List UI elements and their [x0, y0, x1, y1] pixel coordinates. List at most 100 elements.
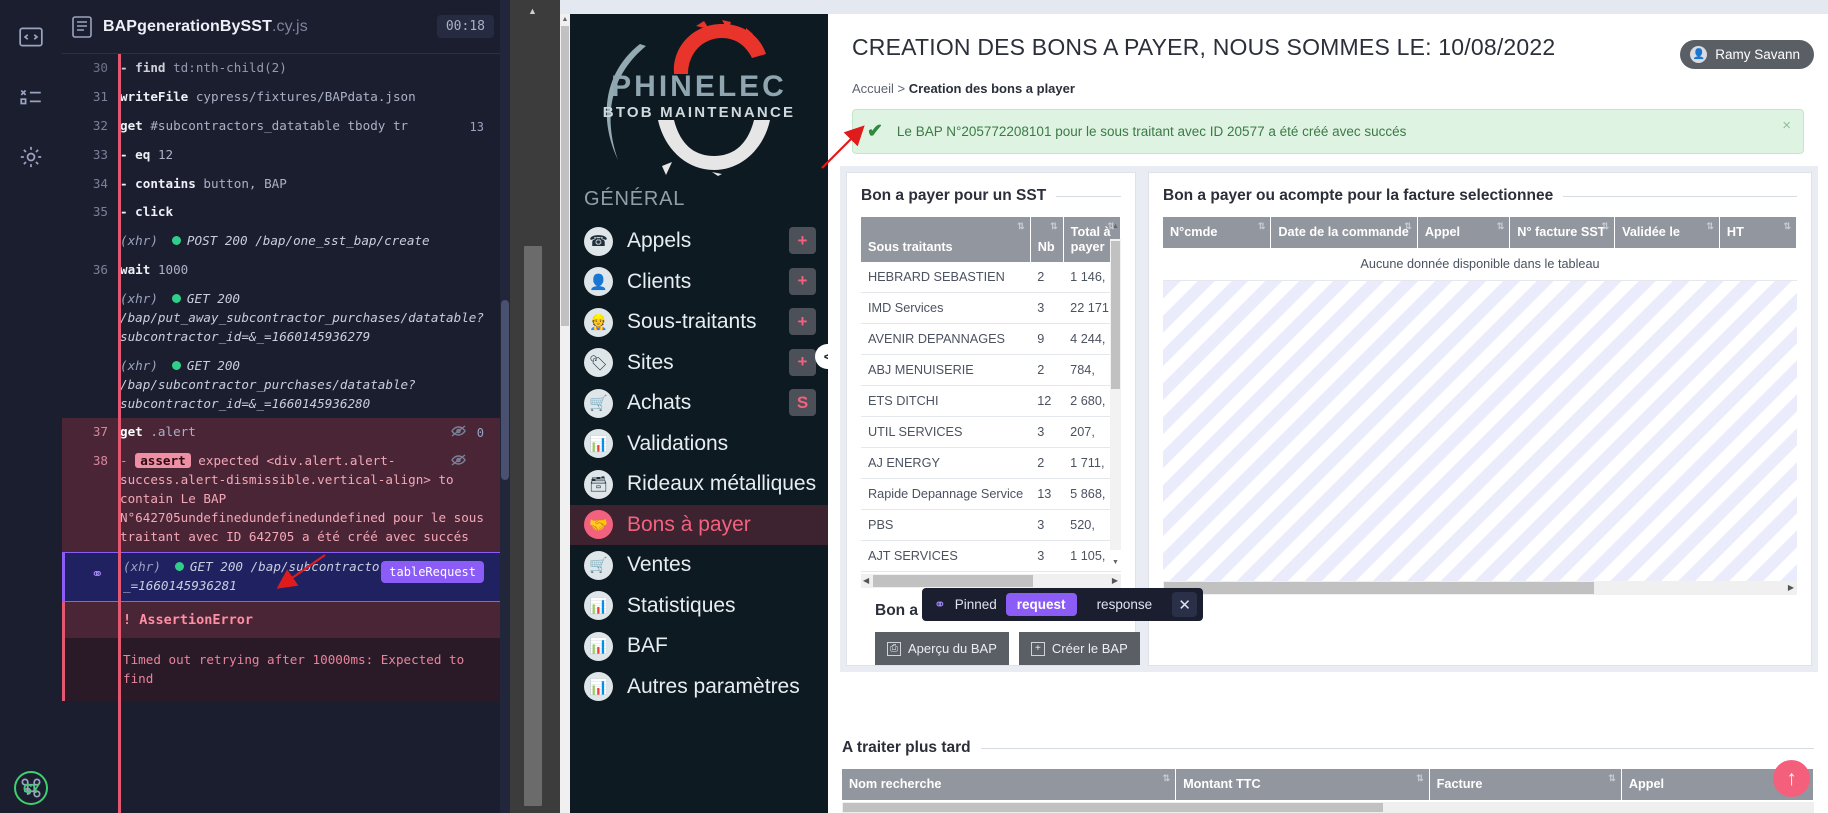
scroll-up-arrow-icon[interactable]: ▲ [528, 6, 537, 16]
column-header[interactable]: N°cmde ⇅ [1163, 217, 1272, 248]
xhr-tag: (xhr) [120, 233, 158, 249]
command-log-row[interactable]: 37 get .alert 0 [62, 418, 500, 448]
column-header[interactable]: Validée le ⇅ [1614, 217, 1720, 248]
later-table-hscroll-thumb[interactable] [843, 803, 1383, 812]
column-header[interactable]: Montant TTC ⇅ [1175, 769, 1430, 800]
preview-outer-scrollbar[interactable]: ▲ [510, 0, 560, 813]
scroll-right-arrow-icon[interactable]: ▶ [1788, 583, 1794, 592]
sidebar-item-validations[interactable]: 📊 Validations [570, 424, 828, 465]
error-title: ! AssertionError [62, 601, 500, 638]
scroll-down-arrow-icon[interactable]: ▼ [1112, 559, 1119, 566]
table-row[interactable]: ABJ MENUISERIE 2 784, [861, 354, 1121, 387]
command-log-row[interactable]: 31 writeFile cypress/fixtures/BAPdata.jso… [62, 83, 500, 112]
xhr-body: (xhr) GET 200 /bap/put_away_subcontractor… [120, 290, 486, 347]
sidebar-item-autres-param-tres[interactable]: 📊 Autres paramètres [570, 667, 828, 708]
command-name: - contains [120, 175, 196, 191]
xhr-log-row[interactable]: (xhr) GET 200 /bap/subcontractor_purchase… [62, 352, 500, 419]
sidebar-item-clients[interactable]: 👤 Clients + [570, 262, 828, 303]
table-row[interactable]: ETS DITCHI 12 2 680, [861, 385, 1121, 418]
pinned-xhr-log-row[interactable]: (xhr) GET 200 /bap/subcontractors/datatab… [62, 551, 500, 602]
add-button[interactable]: + [789, 348, 816, 376]
sidebar-item-statistiques[interactable]: 📊 Statistiques [570, 586, 828, 627]
gear-icon[interactable] [18, 144, 44, 170]
command-log-row[interactable]: 30 - find td:nth-child(2) [62, 54, 500, 83]
right-table-hscroll[interactable]: ▶ [1163, 580, 1797, 595]
spec-name: BAPgenerationBySST [103, 17, 272, 35]
page-scroll-thumb[interactable] [561, 26, 569, 326]
command-name: wait [120, 262, 151, 278]
page-scrollbar[interactable]: ▲ [560, 14, 570, 813]
column-header[interactable]: Nb ⇅ [1030, 217, 1064, 263]
tab-request[interactable]: request [1005, 593, 1077, 616]
left-table-hscroll[interactable]: ◀ ▶ [861, 574, 1121, 589]
eye-off-icon[interactable] [451, 453, 466, 466]
code-icon[interactable] [18, 24, 44, 50]
column-header[interactable]: N° facture SST ⇅ [1509, 217, 1616, 248]
chart-icon: 📊 [584, 631, 613, 661]
creer-bap-button[interactable]: + Créer le BAP [1018, 632, 1140, 666]
close-icon[interactable]: × [1782, 117, 1791, 134]
table-row[interactable]: UTIL SERVICES 3 207, [861, 416, 1121, 449]
later-table-hscroll[interactable] [842, 802, 1814, 813]
column-header[interactable]: Appel ⇅ [1417, 217, 1511, 248]
right-table-hscroll-thumb[interactable] [1164, 581, 1594, 594]
sidebar-item-achats[interactable]: 🛒 Achats S [570, 383, 828, 424]
add-button[interactable]: + [789, 308, 816, 335]
column-header-label: Validée le [1622, 225, 1680, 239]
xhr-log-row[interactable]: (xhr) POST 200 /bap/one_sst_bap/create [62, 227, 500, 256]
card-left-title: Bon a payer pour un SST [861, 187, 1121, 205]
table-row[interactable]: PBS 3 520, [861, 509, 1121, 542]
sidebar-item-baf[interactable]: 📊 BAF [570, 626, 828, 667]
sidebar-item-rideaux-m-talliques[interactable]: 🗃 Rideaux métalliques [570, 464, 828, 505]
add-button[interactable]: + [789, 267, 816, 295]
command-log-row[interactable]: 36 wait 1000 [62, 256, 500, 285]
logo-text-secondary: BTOB MAINTENANCE [602, 104, 796, 121]
scroll-up-arrow-icon[interactable]: ▲ [1112, 223, 1119, 230]
scroll-right-arrow-icon[interactable]: ▶ [1112, 576, 1118, 585]
sidebar-item-appels[interactable]: ☎ Appels + [570, 221, 828, 262]
command-log-row[interactable]: 32 get #subcontractors_datatable tbody tr… [62, 112, 500, 141]
shortcut-button[interactable]: S [789, 389, 816, 416]
table-row[interactable]: AJT SERVICES 3 1 105, [861, 540, 1121, 573]
sidebar-item-sous-traitants[interactable]: 👷 Sous-traitants + [570, 302, 828, 343]
left-table-vscroll[interactable]: ▲ ▼ [1110, 223, 1121, 566]
column-header[interactable]: Sous traitants ⇅ [861, 217, 1031, 263]
apercu-bap-button[interactable]: ⎙ Aperçu du BAP [875, 632, 1009, 666]
table-row[interactable]: AJ ENERGY 2 1 711, [861, 447, 1121, 480]
column-header[interactable]: Nom recherche ⇅ [842, 769, 1177, 800]
left-table-vscroll-thumb[interactable] [1111, 241, 1120, 389]
close-icon[interactable]: ✕ [1172, 592, 1198, 617]
page-scroll-up-icon[interactable]: ▲ [561, 16, 569, 24]
sidebar-item-bons-payer[interactable]: 🤝 Bons à payer [570, 504, 828, 545]
sidebar-item-ventes[interactable]: 🛒 Ventes [570, 545, 828, 586]
table-row[interactable]: HEBRARD SEBASTIEN 2 1 146, [861, 262, 1121, 294]
eye-off-icon[interactable] [451, 424, 466, 438]
scroll-left-arrow-icon[interactable]: ◀ [863, 576, 869, 585]
column-header[interactable]: Date de la commande ⇅ [1270, 217, 1418, 248]
table-row[interactable]: IMD Services 3 22 171, [861, 292, 1121, 325]
xhr-log-row[interactable]: (xhr) GET 200 /bap/put_away_subcontractor… [62, 285, 500, 352]
add-button[interactable]: + [789, 227, 816, 254]
spec-ext: .cy.js [271, 17, 308, 35]
preview-outer-scroll-thumb[interactable] [524, 246, 542, 806]
tests-list-icon[interactable] [18, 84, 44, 110]
tab-response[interactable]: response [1086, 593, 1164, 616]
cypress-scrollbar-thumb[interactable] [501, 300, 509, 480]
pinned-label: Pinned [954, 597, 997, 612]
left-table-hscroll-thumb[interactable] [873, 575, 1033, 588]
column-header[interactable]: HT ⇅ [1719, 217, 1798, 248]
apercu-bap-label: Aperçu du BAP [908, 641, 997, 657]
cypress-scrollbar-track[interactable] [500, 0, 510, 813]
assertion-log-row[interactable]: 38 - assert expected <div.alert.alert-suc… [62, 447, 500, 552]
command-log-row[interactable]: 35 - click [62, 198, 500, 227]
breadcrumb-home[interactable]: Accueil [852, 81, 894, 96]
sidebar-item-sites[interactable]: 🏷 Sites + [570, 343, 828, 384]
column-header[interactable]: Facture ⇅ [1429, 769, 1622, 800]
command-log-row[interactable]: 33 - eq 12 [62, 141, 500, 170]
user-chip[interactable]: 👤 Ramy Savann [1680, 40, 1814, 69]
table-row[interactable]: AVENIR DEPANNAGES 9 4 244, [861, 323, 1121, 356]
pin-icon[interactable]: ⚭ [91, 563, 104, 586]
command-log-row[interactable]: 34 - contains button, BAP [62, 170, 500, 199]
table-row[interactable]: Rapide Depannage Service 13 5 868, [861, 478, 1121, 511]
scroll-to-top-fab[interactable]: ↑ [1773, 760, 1810, 797]
